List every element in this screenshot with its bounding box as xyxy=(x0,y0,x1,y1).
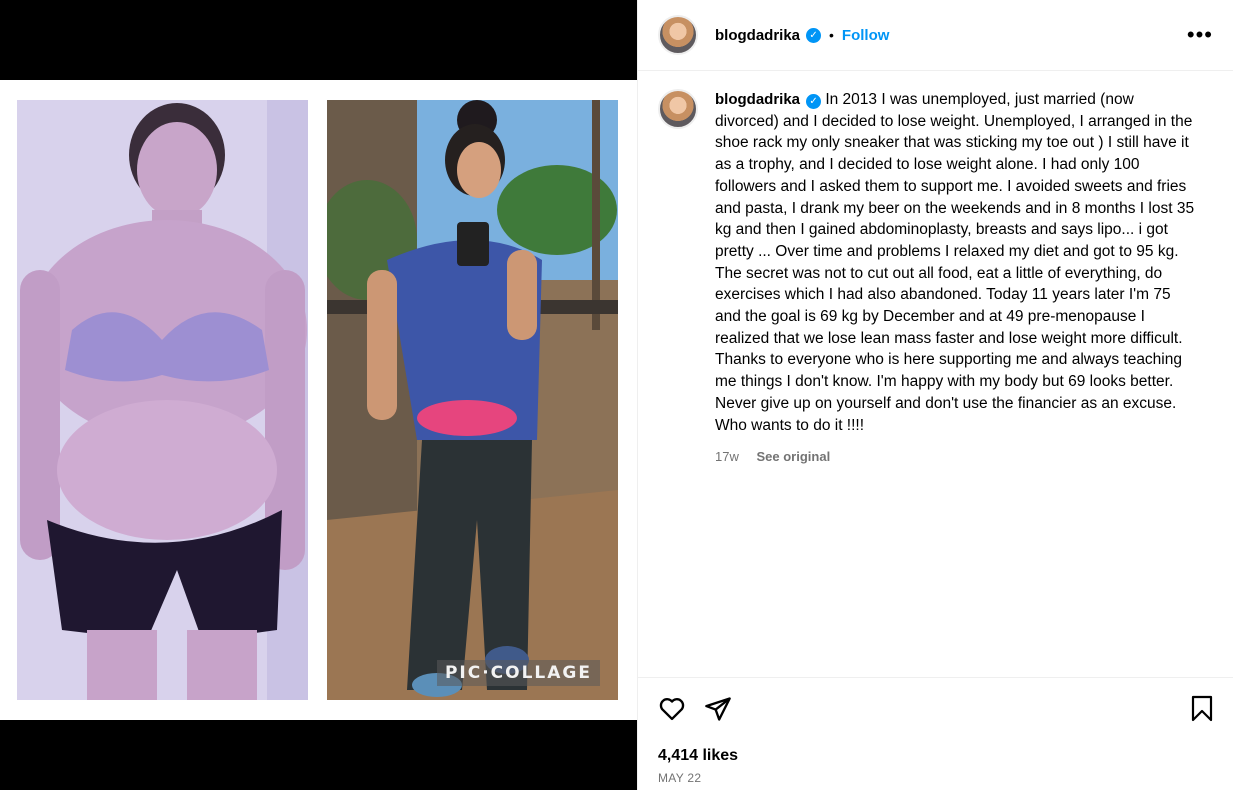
heart-icon[interactable] xyxy=(658,695,686,723)
collage-image: PIC·COLLAGE xyxy=(0,80,637,720)
post-date: MAY 22 xyxy=(658,771,702,785)
header-username[interactable]: blogdadrika xyxy=(715,27,800,44)
caption-section: blogdadrika ✓ In 2013 I was unemployed, j… xyxy=(638,71,1233,677)
post-media[interactable]: PIC·COLLAGE xyxy=(0,0,637,790)
caption-username[interactable]: blogdadrika xyxy=(715,91,800,108)
likes-count[interactable]: 4,414 likes xyxy=(658,747,1214,765)
caption-body: blogdadrika ✓ In 2013 I was unemployed, j… xyxy=(715,89,1200,468)
see-original-button[interactable]: See original xyxy=(756,449,830,464)
separator-dot: • xyxy=(829,27,834,43)
collage-watermark: PIC·COLLAGE xyxy=(436,660,600,686)
post-header: blogdadrika ✓ • Follow ••• xyxy=(638,0,1233,71)
verified-badge-icon: ✓ xyxy=(806,27,822,43)
post-actions: 4,414 likes MAY 22 xyxy=(638,677,1233,790)
post-time[interactable]: 17w xyxy=(715,449,739,464)
avatar[interactable] xyxy=(658,15,698,55)
follow-button[interactable]: Follow xyxy=(842,27,890,44)
caption-meta: 17w See original xyxy=(715,446,1200,468)
caption-avatar[interactable] xyxy=(658,89,698,129)
paper-plane-icon[interactable] xyxy=(704,695,732,723)
post-sidebar: blogdadrika ✓ • Follow ••• blogdadrika ✓ … xyxy=(637,0,1233,790)
bookmark-icon[interactable] xyxy=(1190,695,1214,723)
more-options-icon[interactable]: ••• xyxy=(1187,22,1213,48)
caption-row: blogdadrika ✓ In 2013 I was unemployed, j… xyxy=(658,89,1214,468)
verified-badge-icon: ✓ xyxy=(806,94,822,109)
after-photo: PIC·COLLAGE xyxy=(327,100,618,700)
action-icons xyxy=(658,694,1214,724)
before-photo xyxy=(17,100,308,700)
caption-text: In 2013 I was unemployed, just married (… xyxy=(715,91,1195,434)
